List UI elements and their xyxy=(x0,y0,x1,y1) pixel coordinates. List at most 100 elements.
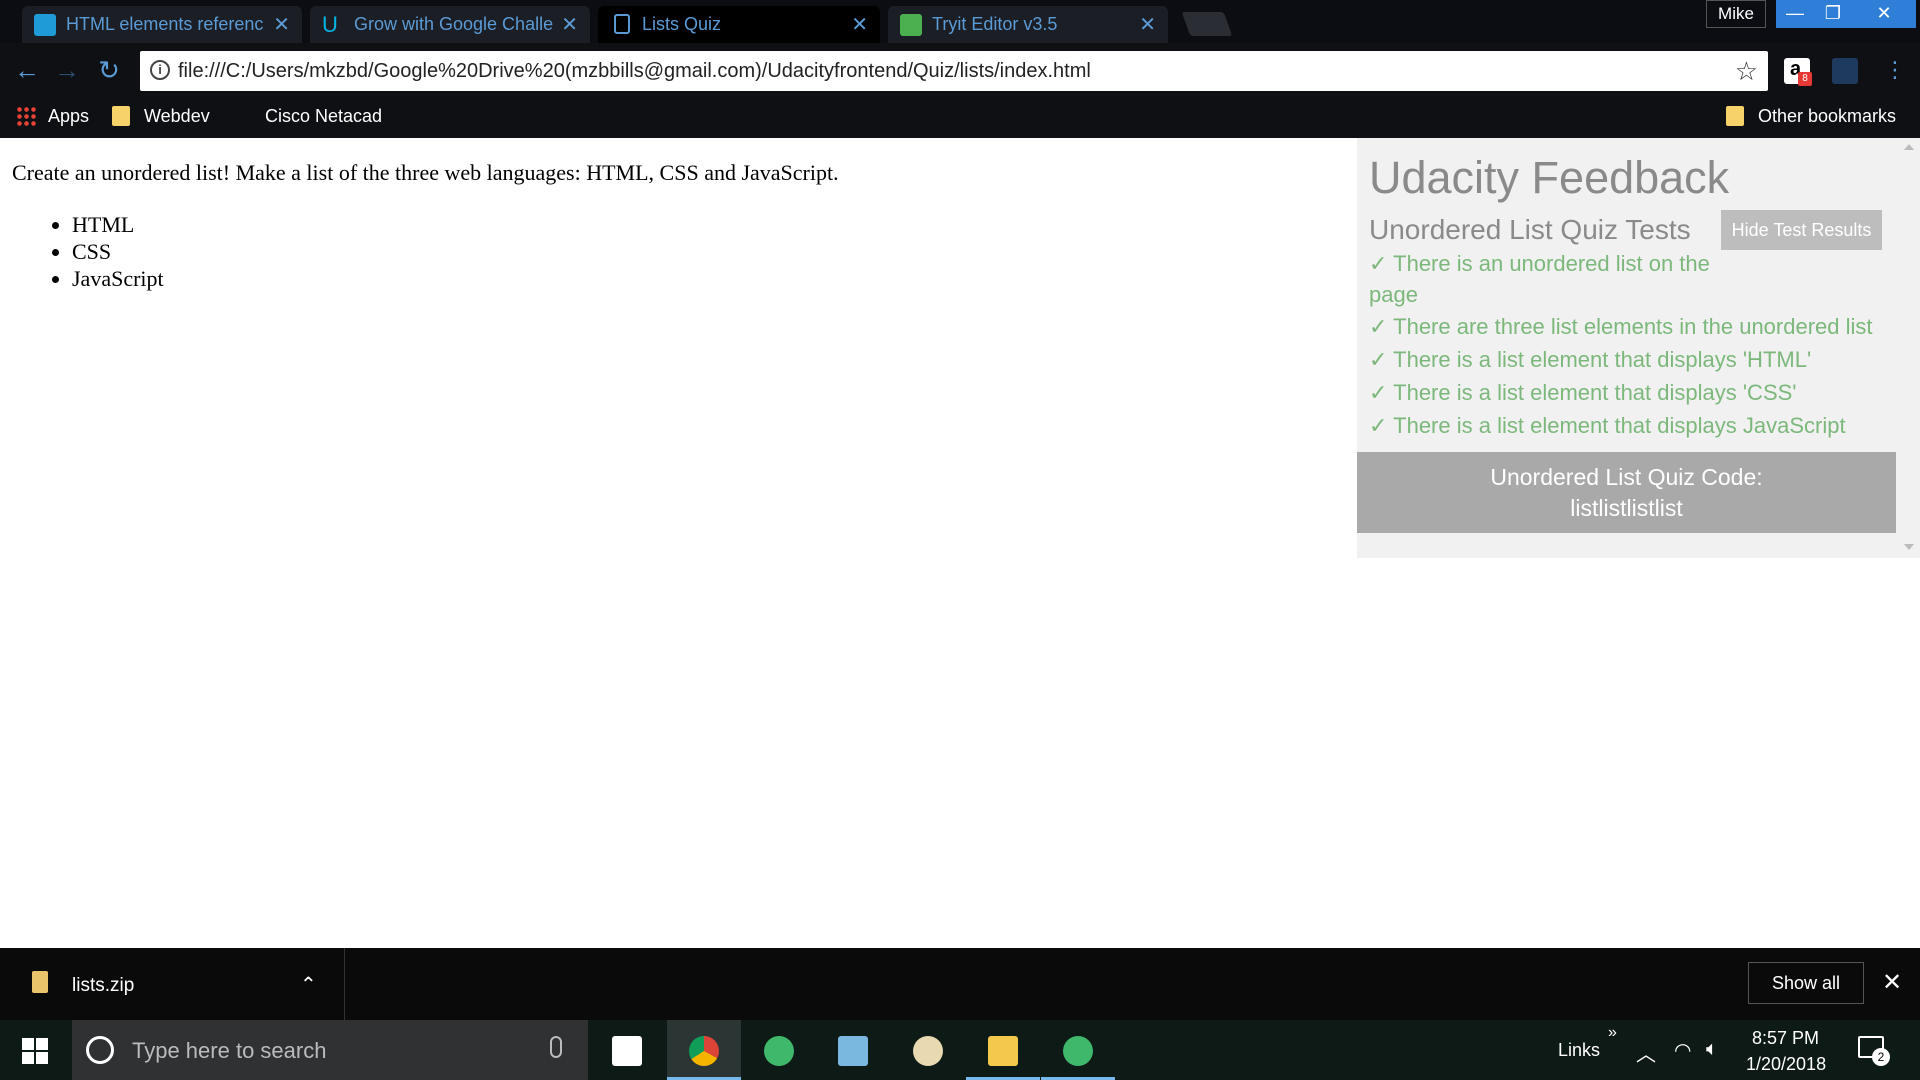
udacity-extension-icon[interactable] xyxy=(1832,58,1858,84)
quiz-instruction: Create an unordered list! Make a list of… xyxy=(12,160,839,185)
tab-title: Lists Quiz xyxy=(642,14,722,34)
tab-tryit-editor[interactable]: Tryit Editor v3.5 ✕ xyxy=(888,6,1168,43)
tab-title: HTML elements referenc xyxy=(66,14,264,34)
close-icon[interactable]: ✕ xyxy=(1882,968,1902,997)
bookmarks-bar: Apps Webdev Cisco Netacad Other bookmark… xyxy=(0,98,1920,138)
atom-app-2[interactable] xyxy=(1041,1020,1115,1080)
folder-icon xyxy=(1726,106,1744,126)
document-icon xyxy=(614,14,630,34)
bookmark-label: Cisco Netacad xyxy=(265,106,383,126)
download-bar: lists.zip ⌃ Show all ✕ xyxy=(0,948,1920,1020)
chrome-icon xyxy=(689,1036,719,1066)
tab-title: Grow with Google Challe xyxy=(354,14,554,34)
browser-tabstrip: HTML elements referenc ✕ U Grow with Goo… xyxy=(0,0,1920,43)
taskbar-search-box[interactable]: Type here to search xyxy=(72,1020,588,1080)
quiz-code-value: listlistlistlist xyxy=(1570,495,1683,521)
tab-lists-quiz[interactable]: Lists Quiz ✕ xyxy=(598,6,880,43)
search-placeholder: Type here to search xyxy=(132,1038,327,1063)
chevron-up-icon[interactable]: ︿ xyxy=(1636,1038,1656,1067)
hide-test-results-button[interactable]: Hide Test Results xyxy=(1721,210,1882,250)
tab-html-elements-reference[interactable]: HTML elements referenc ✕ xyxy=(22,6,302,43)
bookmark-label: Webdev xyxy=(144,106,210,126)
chevron-double-right-icon[interactable]: » xyxy=(1608,1024,1617,1042)
chevron-up-icon[interactable]: ⌃ xyxy=(300,972,317,997)
links-toolbar[interactable]: Links xyxy=(1558,1040,1600,1061)
zip-file-icon xyxy=(32,971,48,993)
store-icon xyxy=(612,1036,642,1066)
clock-time[interactable]: 8:57 PM xyxy=(1752,1028,1819,1049)
list-item: HTML xyxy=(72,212,164,239)
page-content: Create an unordered list! Make a list of… xyxy=(0,138,1920,948)
bookmark-webdev[interactable]: Webdev xyxy=(112,106,210,127)
window-close-icon[interactable]: ✕ xyxy=(1852,0,1916,28)
feedback-scrollbar[interactable] xyxy=(1900,138,1920,558)
folder-icon xyxy=(112,106,130,126)
folder-icon xyxy=(988,1036,1018,1066)
close-icon[interactable]: ✕ xyxy=(273,12,290,37)
browser-toolbar: ← → ↻ i file:///C:/Users/mkzbd/Google%20… xyxy=(0,43,1920,98)
minimize-icon[interactable]: — xyxy=(1776,0,1814,28)
palette-icon xyxy=(913,1036,943,1066)
bookmark-star-icon[interactable]: ☆ xyxy=(1735,56,1758,87)
store-app[interactable] xyxy=(590,1020,664,1080)
test-result: ✓ There is a list element that displays … xyxy=(1369,380,1797,405)
profile-button[interactable]: Mike xyxy=(1706,0,1766,28)
show-all-button[interactable]: Show all xyxy=(1748,962,1864,1004)
mdn-icon xyxy=(34,14,56,36)
test-result: ✓ There is a list element that displays … xyxy=(1369,413,1846,438)
close-icon[interactable]: ✕ xyxy=(851,12,868,37)
list-item: JavaScript xyxy=(72,266,164,293)
bookmark-other[interactable]: Other bookmarks xyxy=(1726,106,1896,127)
download-item[interactable]: lists.zip ⌃ xyxy=(0,948,345,1020)
microphone-icon[interactable] xyxy=(550,1036,562,1058)
address-bar[interactable]: i file:///C:/Users/mkzbd/Google%20Drive%… xyxy=(140,51,1768,91)
bookmark-label: Apps xyxy=(48,106,90,126)
restore-icon[interactable]: ❐ xyxy=(1814,0,1852,28)
bookmark-apps[interactable]: Apps xyxy=(16,106,89,127)
windows-taskbar: Type here to search Links » ︿ ◠ 🔈︎ 8:57 … xyxy=(0,1020,1920,1080)
tab-grow-with-google[interactable]: U Grow with Google Challe ✕ xyxy=(310,6,590,43)
bookmark-cisco-netacad[interactable]: Cisco Netacad xyxy=(265,106,382,127)
chrome-app[interactable] xyxy=(667,1020,741,1080)
tab-title: Tryit Editor v3.5 xyxy=(932,14,1058,34)
test-result: ✓ There are three list elements in the u… xyxy=(1369,314,1873,339)
speaker-icon[interactable]: 🔈︎ xyxy=(1706,1038,1718,1061)
clock-date[interactable]: 1/20/2018 xyxy=(1746,1054,1826,1075)
w3schools-icon xyxy=(900,14,922,36)
info-icon[interactable]: i xyxy=(150,60,170,80)
forward-arrow-icon[interactable]: → xyxy=(52,55,82,85)
wifi-icon[interactable]: ◠ xyxy=(1674,1038,1691,1063)
windows-start-icon[interactable] xyxy=(22,1038,48,1064)
notes-icon xyxy=(838,1036,868,1066)
atom-app[interactable] xyxy=(742,1020,816,1080)
bookmark-label: Other bookmarks xyxy=(1758,106,1897,126)
feedback-subtitle: Unordered List Quiz Tests xyxy=(1369,214,1691,245)
quiz-code-box: Unordered List Quiz Code: listlistlistli… xyxy=(1357,452,1896,533)
apps-grid-icon xyxy=(16,106,36,126)
languages-list: HTML CSS JavaScript xyxy=(72,212,164,293)
notes-app[interactable] xyxy=(816,1020,890,1080)
new-tab-button[interactable] xyxy=(1181,12,1233,36)
amazon-extension-icon[interactable]: a 8 xyxy=(1784,58,1812,86)
feedback-title: Udacity Feedback xyxy=(1369,152,1730,203)
udacity-feedback-panel: Udacity Feedback Unordered List Quiz Tes… xyxy=(1357,138,1920,558)
extension-badge: 8 xyxy=(1798,72,1812,86)
menu-kebab-icon[interactable]: ⋮ xyxy=(1880,55,1910,85)
reload-icon[interactable]: ↻ xyxy=(94,55,124,85)
cortana-icon xyxy=(86,1036,114,1064)
atom-icon xyxy=(764,1036,794,1066)
atom-icon xyxy=(1063,1036,1093,1066)
back-arrow-icon[interactable]: ← xyxy=(12,55,42,85)
notification-count-badge: 2 xyxy=(1872,1048,1890,1066)
test-result: ✓ There is a list element that displays … xyxy=(1369,347,1812,372)
scroll-down-icon[interactable] xyxy=(1904,544,1914,550)
list-item: CSS xyxy=(72,239,164,266)
close-icon[interactable]: ✕ xyxy=(1139,12,1156,37)
download-filename: lists.zip xyxy=(72,975,135,996)
paint-app[interactable] xyxy=(891,1020,965,1080)
close-icon[interactable]: ✕ xyxy=(561,12,578,37)
file-explorer-app[interactable] xyxy=(966,1020,1040,1080)
url-text: file:///C:/Users/mkzbd/Google%20Drive%20… xyxy=(178,60,1091,82)
udacity-icon: U xyxy=(322,12,338,37)
scroll-up-icon[interactable] xyxy=(1904,144,1914,150)
